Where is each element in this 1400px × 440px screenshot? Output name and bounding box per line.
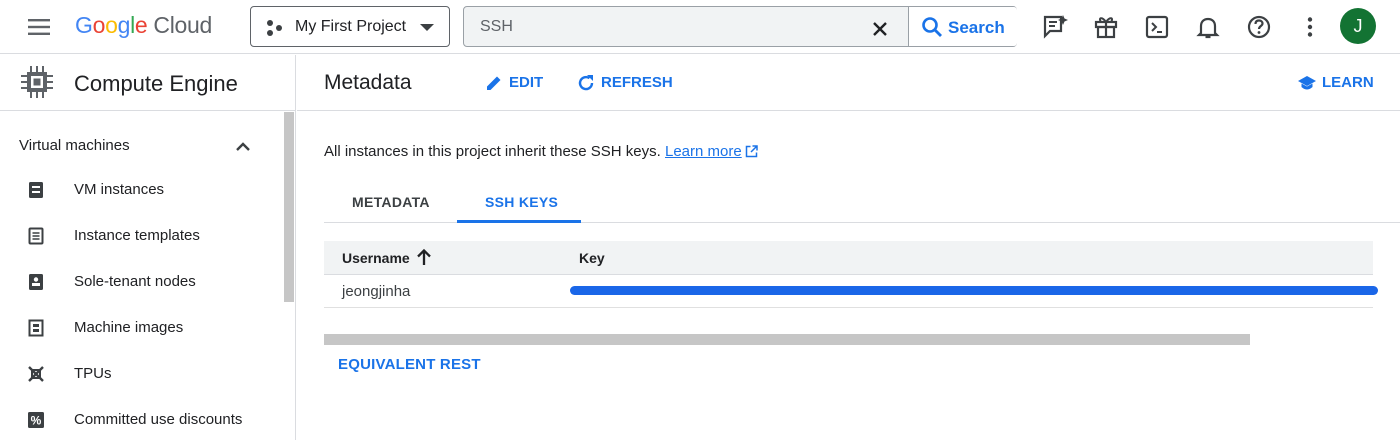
refresh-label: REFRESH [601, 74, 673, 91]
column-header-username[interactable]: Username [342, 250, 410, 266]
username-cell: jeongjinha [342, 283, 411, 300]
info-text-line: All instances in this project inherit th… [324, 143, 758, 160]
main-content: Metadata EDIT REFRESH LEARN All instance… [297, 55, 1400, 440]
compute-engine-icon [19, 64, 55, 100]
percent-icon: % [27, 411, 45, 429]
sidebar-item-sole-tenant-nodes[interactable]: Sole-tenant nodes [0, 262, 283, 302]
search-input[interactable] [480, 16, 860, 38]
sidebar-item-committed-use-discounts[interactable]: % Committed use discounts [0, 400, 283, 440]
arrow-upward-icon[interactable] [416, 248, 432, 266]
project-name: My First Project [295, 18, 407, 35]
pencil-icon [487, 76, 501, 90]
search-icon [922, 17, 942, 37]
machine-images-icon [27, 319, 45, 337]
section-label: Virtual machines [19, 137, 130, 154]
ssh-keys-table: Username Key jeongjinha [324, 241, 1378, 308]
logo-letter: o [92, 12, 106, 38]
product-header: Compute Engine [0, 55, 295, 111]
chevron-up-icon [233, 137, 253, 157]
sidebar-item-instance-templates[interactable]: Instance templates [0, 216, 283, 256]
chevron-down-icon [419, 23, 435, 33]
sidebar-item-label: Machine images [74, 319, 184, 336]
column-header-key: Key [579, 250, 605, 266]
sidebar-item-label: TPUs [74, 365, 112, 382]
edit-label: EDIT [509, 74, 544, 91]
close-icon[interactable] [868, 17, 892, 41]
cloud-shell-icon[interactable] [1143, 13, 1171, 41]
sole-tenant-icon [27, 273, 45, 291]
page-header: Metadata EDIT REFRESH LEARN [297, 55, 1400, 111]
sidebar-item-label: Sole-tenant nodes [74, 273, 196, 290]
redacted-key-cell [570, 286, 1378, 295]
help-icon[interactable] [1245, 13, 1273, 41]
logo-cloud-text: Cloud [153, 12, 213, 38]
google-cloud-logo[interactable]: Google Cloud [75, 12, 212, 39]
project-dots-icon [265, 19, 283, 37]
instance-templates-icon [27, 227, 45, 245]
table-header: Username Key [324, 241, 1373, 275]
section-virtual-machines[interactable]: Virtual machines [0, 133, 280, 159]
top-bar: GoogleCloud My First Project Search [0, 0, 1400, 54]
tab-ssh-keys[interactable]: SSH KEYS [457, 182, 581, 223]
product-title: Compute Engine [74, 71, 238, 96]
horizontal-scrollbar[interactable] [324, 334, 1250, 345]
tab-label: METADATA [352, 194, 430, 210]
logo-letter: o [105, 12, 118, 38]
refresh-icon [578, 75, 594, 91]
page-title: Metadata [324, 71, 412, 94]
search-button[interactable]: Search [909, 7, 1017, 46]
vm-instances-icon [27, 181, 45, 199]
learn-label: LEARN [1322, 74, 1374, 91]
tab-bar: METADATA SSH KEYS [324, 182, 1400, 223]
logo-letter: g [117, 12, 131, 38]
search-bar: Search [463, 6, 1017, 47]
tab-metadata[interactable]: METADATA [324, 182, 454, 223]
sidebar-item-vm-instances[interactable]: VM instances [0, 170, 283, 210]
open-in-new-icon[interactable] [745, 145, 758, 158]
logo-letter: e [134, 12, 148, 38]
school-icon [1298, 76, 1316, 90]
more-vert-icon[interactable] [1296, 13, 1324, 41]
tab-label: SSH KEYS [485, 194, 559, 210]
sidebar-item-machine-images[interactable]: Machine images [0, 308, 283, 348]
table-row: jeongjinha [324, 275, 1378, 308]
info-text: All instances in this project inherit th… [324, 143, 661, 160]
gift-icon[interactable] [1092, 13, 1120, 41]
gemini-assist-icon[interactable] [1041, 13, 1069, 41]
project-picker[interactable]: My First Project [250, 6, 450, 47]
svg-text:%: % [31, 414, 42, 428]
menu-icon[interactable] [24, 13, 54, 41]
sidebar-item-tpus[interactable]: TPUs [0, 354, 283, 394]
tpu-icon [27, 365, 45, 383]
sidebar-item-label: VM instances [74, 181, 165, 198]
logo-letter: G [75, 12, 93, 38]
sidebar-scrollbar[interactable] [284, 112, 294, 302]
search-button-label: Search [948, 18, 1005, 37]
learn-more-link[interactable]: Learn more [665, 143, 742, 160]
notifications-icon[interactable] [1194, 13, 1222, 41]
equivalent-rest-button[interactable]: EQUIVALENT REST [338, 356, 481, 373]
sidebar-item-label: Instance templates [74, 227, 200, 244]
left-nav: Compute Engine Virtual machines VM insta… [0, 55, 296, 440]
sidebar-item-label: Committed use discounts [74, 411, 243, 428]
avatar[interactable]: J [1340, 8, 1376, 44]
